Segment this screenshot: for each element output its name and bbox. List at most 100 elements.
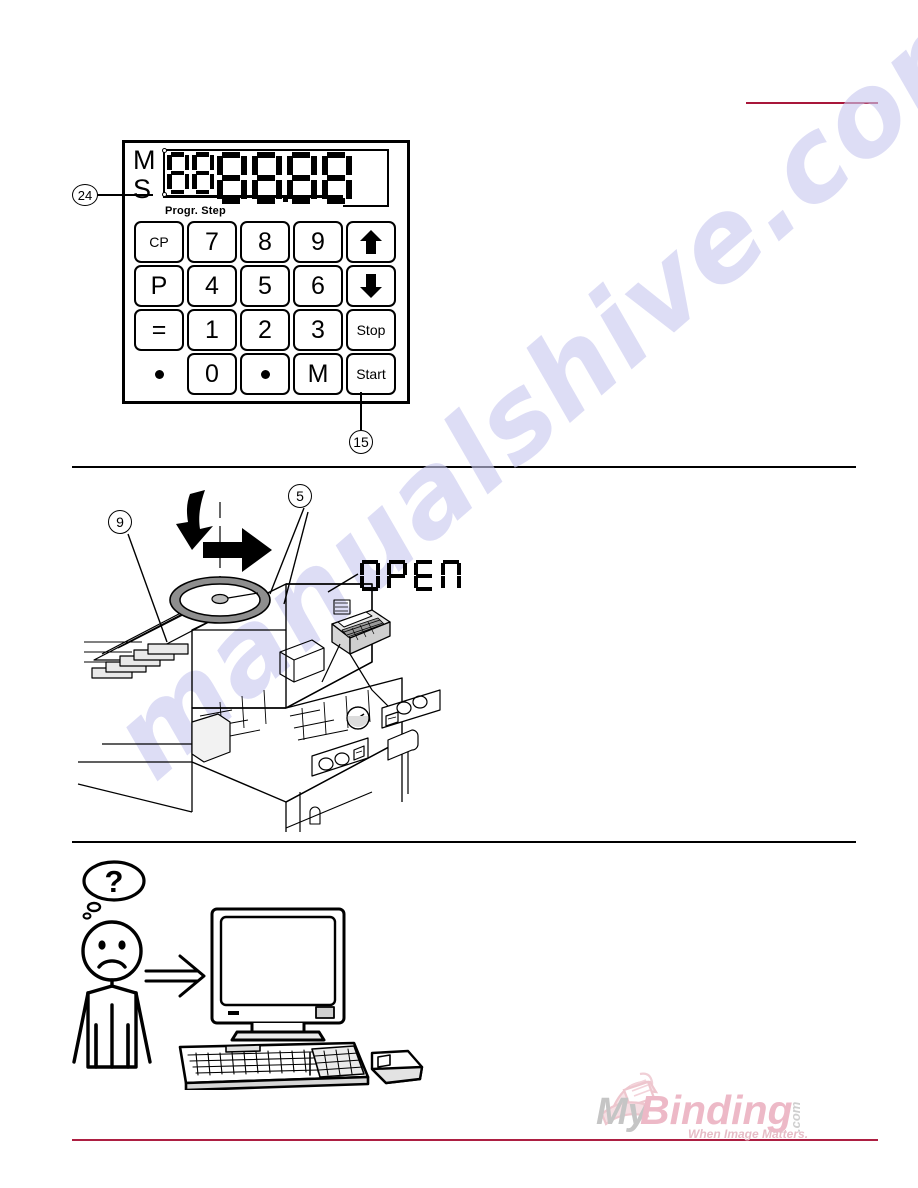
segment-f: [322, 156, 328, 175]
segment-d: [171, 189, 184, 194]
key-m[interactable]: M: [293, 353, 343, 395]
key-decimal-point[interactable]: [240, 353, 290, 395]
manual-page: manualshive.com M S Progr. Step CP 7 8 9 P 4 5…: [0, 0, 918, 1188]
rotation-arrow-icon: [176, 490, 272, 572]
segment-g: [327, 175, 345, 181]
key-9[interactable]: 9: [293, 221, 343, 263]
segment-b: [209, 155, 214, 170]
key-start[interactable]: Start: [346, 353, 396, 395]
arrow-down-icon: [358, 272, 384, 300]
key-6[interactable]: 6: [293, 265, 343, 307]
key-arrow-down[interactable]: [346, 265, 396, 307]
section-divider-2: [72, 841, 856, 843]
segment-g: [196, 170, 209, 175]
callout-9: 9: [108, 510, 132, 534]
segment-a: [327, 152, 345, 158]
section-divider-1: [72, 466, 856, 468]
key-3[interactable]: 3: [293, 309, 343, 351]
segment-a: [222, 152, 240, 158]
key-7[interactable]: 7: [187, 221, 237, 263]
control-panel: M S Progr. Step CP 7 8 9 P 4 5 6 = 1 2 3 Stop 0 M Start: [122, 140, 410, 404]
segment-d: [196, 189, 209, 194]
key-0[interactable]: 0: [187, 353, 237, 395]
mode-label-metric: M: [133, 145, 156, 175]
segment-e: [252, 180, 258, 199]
figure-body: [72, 978, 152, 1069]
segment-d: [222, 198, 240, 204]
segment-a: [171, 152, 184, 157]
computer-keyboard: [178, 1041, 370, 1090]
callout-24: 24: [72, 184, 98, 206]
segment-c: [184, 174, 189, 189]
segment-f: [287, 156, 293, 175]
segment-a: [292, 152, 310, 158]
mode-label-inch: S: [133, 174, 152, 204]
figure-head: [81, 920, 143, 982]
seven-segment-digit: [217, 152, 247, 204]
segment-e: [287, 180, 293, 199]
seven-segment-digit: [167, 152, 189, 194]
segment-b: [311, 156, 317, 175]
segment-d: [257, 198, 275, 204]
segment-g: [292, 175, 310, 181]
callout-15: 15: [349, 430, 373, 454]
seven-segment-digit: [192, 152, 214, 194]
key-1[interactable]: 1: [187, 309, 237, 351]
segment-d: [327, 198, 345, 204]
right-arrow-icon: [144, 954, 206, 998]
segment-e: [192, 174, 197, 189]
open-text-glyphs: [360, 560, 461, 591]
segment-c: [209, 174, 214, 189]
segment-g: [257, 175, 275, 181]
seven-segment-digits: [167, 152, 357, 204]
computer-monitor: [210, 907, 346, 1042]
segment-a: [257, 152, 275, 158]
arrow-up-icon: [358, 228, 384, 256]
segment-g: [171, 170, 184, 175]
segment-b: [346, 156, 352, 175]
segment-c: [346, 180, 352, 199]
key-5[interactable]: 5: [240, 265, 290, 307]
callout-15-leader: [360, 392, 362, 430]
segment-d: [292, 198, 310, 204]
segment-f: [167, 155, 172, 170]
seven-segment-digit: [252, 152, 288, 204]
key-8[interactable]: 8: [240, 221, 290, 263]
display-area: M S: [133, 145, 401, 209]
header-red-rule: [746, 102, 878, 104]
keypad-dot-marker: [134, 353, 184, 395]
key-2[interactable]: 2: [240, 309, 290, 351]
thought-bubble-question-mark: ?: [105, 864, 124, 899]
key-4[interactable]: 4: [187, 265, 237, 307]
segment-e: [167, 174, 172, 189]
mybinding-logo: My Binding .com When Image Matters.: [596, 1072, 808, 1141]
dot-icon: [154, 369, 164, 379]
segment-g: [222, 175, 240, 181]
key-stop[interactable]: Stop: [346, 309, 396, 351]
seven-segment-digit: [322, 152, 352, 204]
segment-f: [217, 156, 223, 175]
key-arrow-up[interactable]: [346, 221, 396, 263]
segment-f: [252, 156, 258, 175]
logo-tagline: When Image Matters.: [688, 1127, 808, 1141]
computer-mouse: [370, 1049, 424, 1085]
segment-b: [276, 156, 282, 175]
segment-c: [276, 180, 282, 199]
segment-b: [241, 156, 247, 175]
dot-icon: [260, 369, 270, 379]
callout-5: 5: [288, 484, 312, 508]
key-=[interactable]: =: [134, 309, 184, 351]
key-p[interactable]: P: [134, 265, 184, 307]
segment-e: [322, 180, 328, 199]
seven-segment-digit: [287, 152, 317, 204]
segment-b: [184, 155, 189, 170]
machine-keypad-device: [321, 609, 391, 709]
machine-illustration: [77, 490, 441, 832]
hand-wheel: [169, 576, 271, 624]
open-display-text: [360, 560, 480, 594]
segment-e: [217, 180, 223, 199]
progr-step-label: Progr. Step: [165, 205, 226, 217]
segment-f: [192, 155, 197, 170]
key-cp[interactable]: CP: [134, 221, 184, 263]
callout-24-leader: [97, 194, 153, 196]
